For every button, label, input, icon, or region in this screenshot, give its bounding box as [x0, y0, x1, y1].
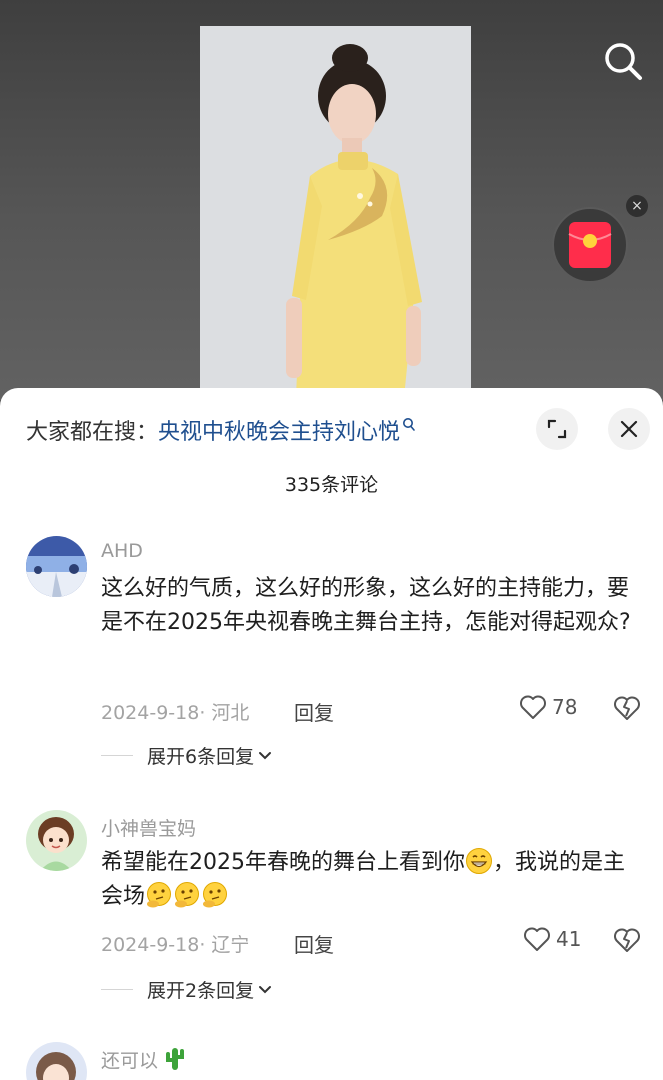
red-envelope-icon [568, 222, 612, 268]
username-text: 还可以 [101, 1050, 159, 1072]
avatar[interactable] [26, 810, 87, 871]
chevron-down-icon [259, 751, 272, 759]
username[interactable]: 还可以 [101, 1046, 186, 1073]
comment-item: AHD 这么好的气质，这么好的形象，这么好的主持能力，要是不在2025年央视春晚… [0, 536, 663, 769]
username[interactable]: 小神兽宝妈 [101, 814, 196, 841]
broken-heart-icon [614, 696, 640, 720]
close-button[interactable] [608, 408, 650, 450]
close-icon[interactable]: × [626, 195, 648, 217]
expand-replies[interactable]: 展开2条回复 [101, 976, 272, 1003]
red-envelope-button[interactable] [552, 207, 628, 283]
dislike-button[interactable] [613, 926, 641, 954]
grin-emoji-icon [466, 848, 492, 874]
like-button[interactable]: 41 [523, 926, 581, 952]
thinking-emoji-icon [203, 882, 228, 908]
expand-button[interactable] [536, 408, 578, 450]
search-icon [402, 414, 416, 439]
chevron-down-icon [259, 985, 272, 993]
broken-heart-icon [614, 928, 640, 952]
heart-icon [520, 695, 546, 719]
expand-icon [547, 419, 567, 439]
comment-text: 这么好的气质，这么好的形象，这么好的主持能力，要是不在2025年央视春晚主舞台主… [101, 576, 631, 635]
like-count: 78 [552, 695, 578, 719]
heart-icon [524, 927, 550, 951]
dislike-button[interactable] [613, 694, 641, 722]
cactus-emoji-icon [166, 1048, 185, 1070]
video-frame [200, 26, 471, 398]
username[interactable]: AHD [101, 540, 143, 562]
reply-button[interactable]: 回复 [294, 697, 334, 726]
expand-replies[interactable]: 展开6条回复 [101, 742, 272, 769]
comment-sheet: 大家都在搜：央视中秋晚会主持刘心悦 335条评论 AHD 这么好的气质，这么好的 [0, 388, 663, 1080]
divider [101, 989, 133, 990]
trending-prefix: 大家都在搜： [26, 420, 159, 445]
thinking-emoji-icon [147, 882, 172, 908]
trending-keyword[interactable]: 央视中秋晚会主持刘心悦 [158, 420, 400, 445]
comment-meta: 2024-9-18· 辽宁 [101, 934, 250, 956]
comment-text-part: 希望能在2025年春晚的舞台上看到你 [101, 850, 465, 875]
avatar[interactable] [26, 1042, 87, 1080]
comment-item: 小神兽宝妈 希望能在2025年春晚的舞台上看到你 ，我说的是主会场 2024-9-… [0, 810, 663, 1003]
search-icon[interactable] [600, 38, 646, 84]
comment-item: 还可以 [0, 1042, 663, 1080]
comment-text: 希望能在2025年春晚的舞台上看到你 ，我说的是主会场 [101, 846, 641, 914]
close-icon [620, 420, 638, 438]
divider [101, 755, 133, 756]
reply-button[interactable]: 回复 [294, 929, 334, 958]
trending-search[interactable]: 大家都在搜：央视中秋晚会主持刘心悦 [26, 414, 416, 446]
comment-count: 335条评论 [284, 474, 379, 496]
like-count: 41 [556, 927, 582, 951]
like-button[interactable]: 78 [519, 694, 577, 720]
thinking-emoji-icon [175, 882, 200, 908]
expand-replies-label: 展开2条回复 [147, 980, 255, 1002]
comment-meta: 2024-9-18· 河北 [101, 702, 250, 724]
video-player[interactable]: × [0, 0, 663, 400]
expand-replies-label: 展开6条回复 [147, 746, 255, 768]
avatar[interactable] [26, 536, 87, 597]
